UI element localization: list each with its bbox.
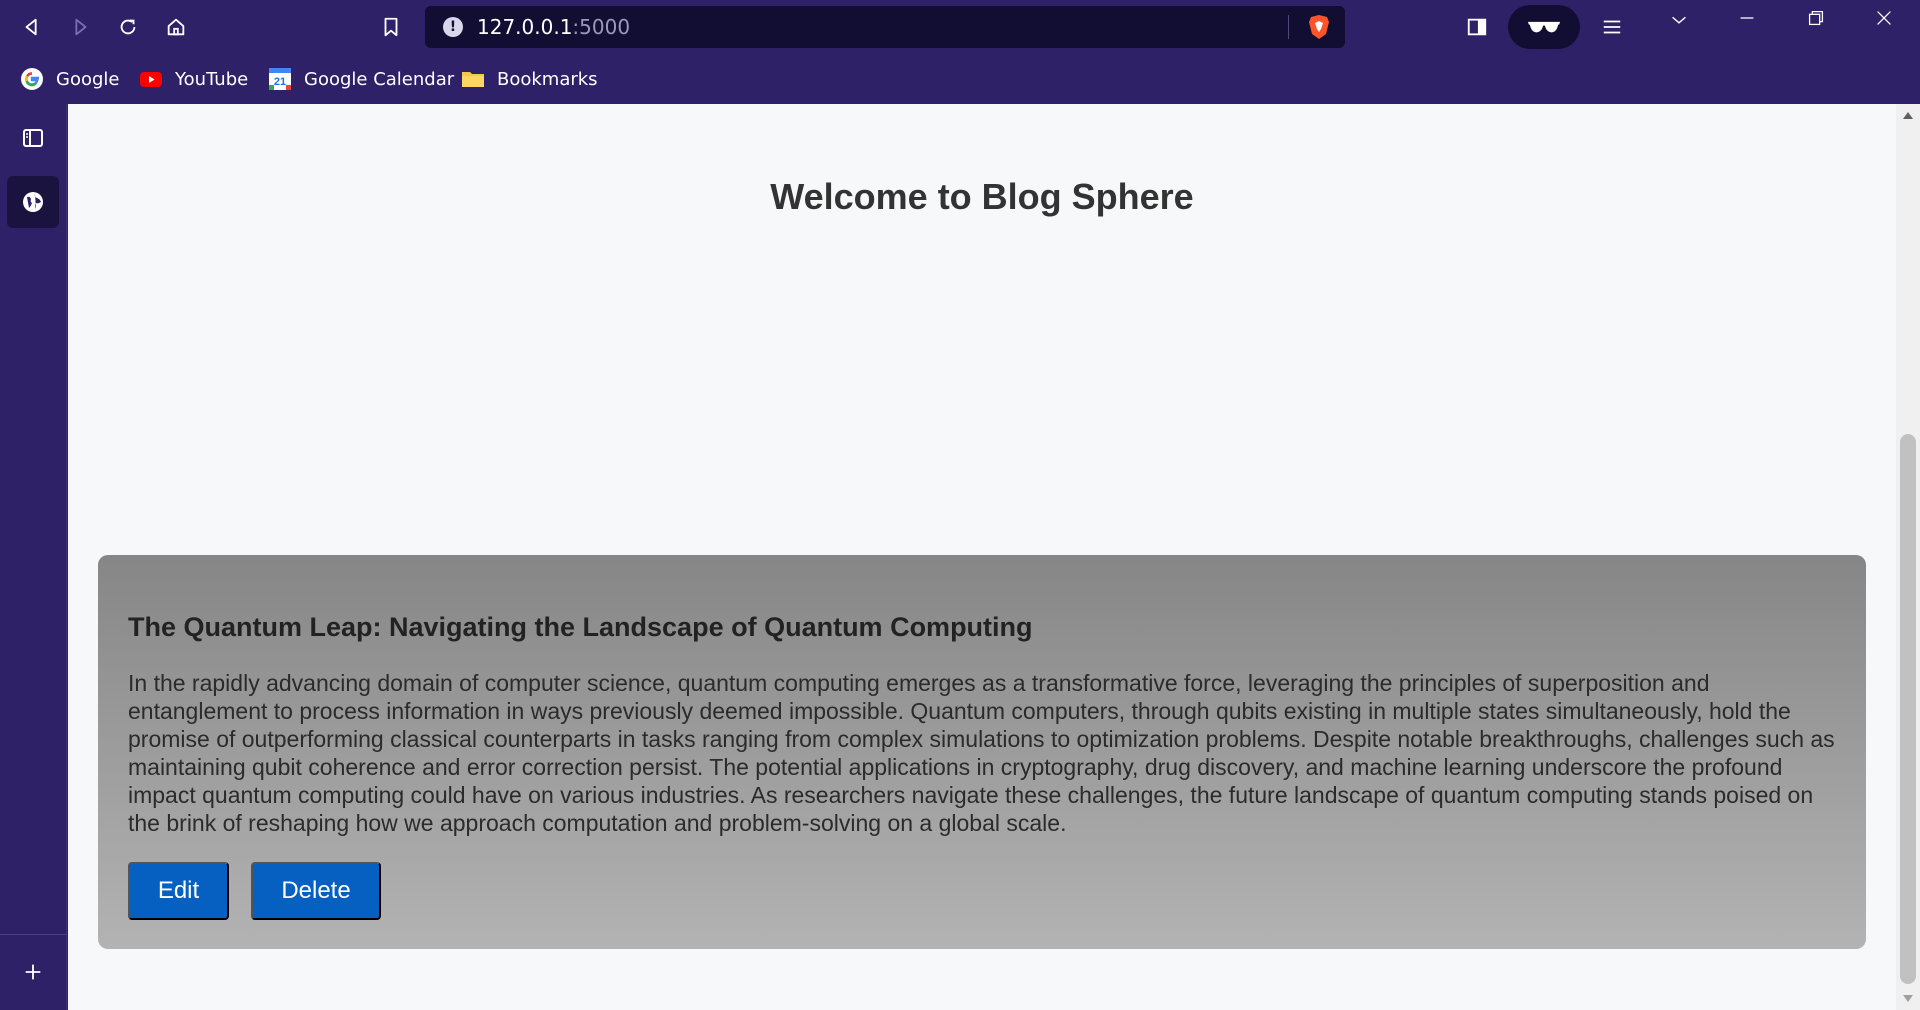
page-title: Welcome to Blog Sphere [770, 176, 1194, 217]
forward-icon [75, 18, 87, 36]
scrollbar-thumb[interactable] [1900, 434, 1916, 984]
home-icon [167, 18, 185, 36]
menu-button[interactable] [1594, 9, 1630, 45]
youtube-icon [139, 67, 163, 91]
bookmark-page-button[interactable] [373, 9, 409, 45]
bookmark-label: YouTube [175, 68, 249, 90]
back-icon [25, 18, 37, 36]
vertical-scrollbar[interactable] [1896, 104, 1920, 1010]
url-separator [1288, 15, 1289, 39]
edit-button[interactable]: Edit [128, 862, 229, 920]
side-panel-toggle-button[interactable] [7, 112, 59, 164]
back-button[interactable] [14, 9, 50, 45]
bookmarks-bar: Google YouTube 21 Google Calendar Bookma… [0, 54, 1920, 104]
minimize-button[interactable] [1729, 0, 1765, 36]
chevron-down-icon [1672, 16, 1686, 24]
bookmark-icon [384, 17, 398, 37]
restore-button[interactable] [1798, 0, 1834, 36]
add-panel-button[interactable] [7, 946, 59, 998]
google-icon [20, 67, 44, 91]
tab-search-button[interactable] [1661, 2, 1697, 38]
post-title: The Quantum Leap: Navigating the Landsca… [128, 612, 1033, 642]
reload-icon [120, 19, 136, 35]
page-content: Welcome to Blog Sphere The Quantum Leap:… [68, 104, 1896, 1010]
restore-icon [1808, 10, 1824, 26]
close-icon [1877, 11, 1891, 25]
url-text: 127.0.0.1:5000 [477, 15, 631, 39]
close-window-button[interactable] [1866, 0, 1902, 36]
minimize-icon [1740, 17, 1754, 19]
address-bar[interactable]: ! 127.0.0.1:5000 [425, 6, 1345, 48]
calendar-icon: 21 [268, 67, 292, 91]
folder-icon [461, 67, 485, 91]
panel-icon [23, 129, 43, 147]
scroll-up-arrow[interactable] [1903, 112, 1913, 119]
hamburger-menu-icon [1603, 20, 1621, 34]
post-body: In the rapidly advancing domain of compu… [128, 670, 1835, 836]
bookmark-google-calendar[interactable]: 21 Google Calendar [268, 64, 454, 94]
bookmark-label: Google [56, 68, 120, 90]
delete-button[interactable]: Delete [251, 862, 381, 920]
side-panel [0, 104, 67, 1010]
site-info-icon[interactable]: ! [443, 17, 463, 37]
browser-toolbar: ! 127.0.0.1:5000 [0, 0, 1920, 54]
scroll-down-arrow[interactable] [1903, 995, 1913, 1002]
sidebar-icon [1467, 18, 1487, 36]
side-panel-divider [0, 934, 67, 935]
bookmark-label: Google Calendar [304, 68, 455, 90]
bookmark-folder[interactable]: Bookmarks [461, 64, 598, 94]
sidebar-toggle-button[interactable] [1459, 9, 1495, 45]
plus-icon [25, 964, 41, 980]
private-window-button[interactable] [1508, 5, 1580, 49]
globe-icon [23, 192, 43, 212]
bookmark-label: Bookmarks [497, 68, 598, 90]
home-button[interactable] [158, 9, 194, 45]
post-card: The Quantum Leap: Navigating the Landsca… [98, 555, 1866, 949]
forward-button[interactable] [62, 9, 98, 45]
brave-shields-icon[interactable] [1307, 14, 1331, 40]
bookmark-google[interactable]: Google [20, 64, 119, 94]
glasses-icon [1527, 21, 1561, 32]
side-panel-web-button[interactable] [7, 176, 59, 228]
svg-text:21: 21 [274, 76, 286, 88]
reload-button[interactable] [110, 9, 146, 45]
bookmark-youtube[interactable]: YouTube [139, 64, 248, 94]
